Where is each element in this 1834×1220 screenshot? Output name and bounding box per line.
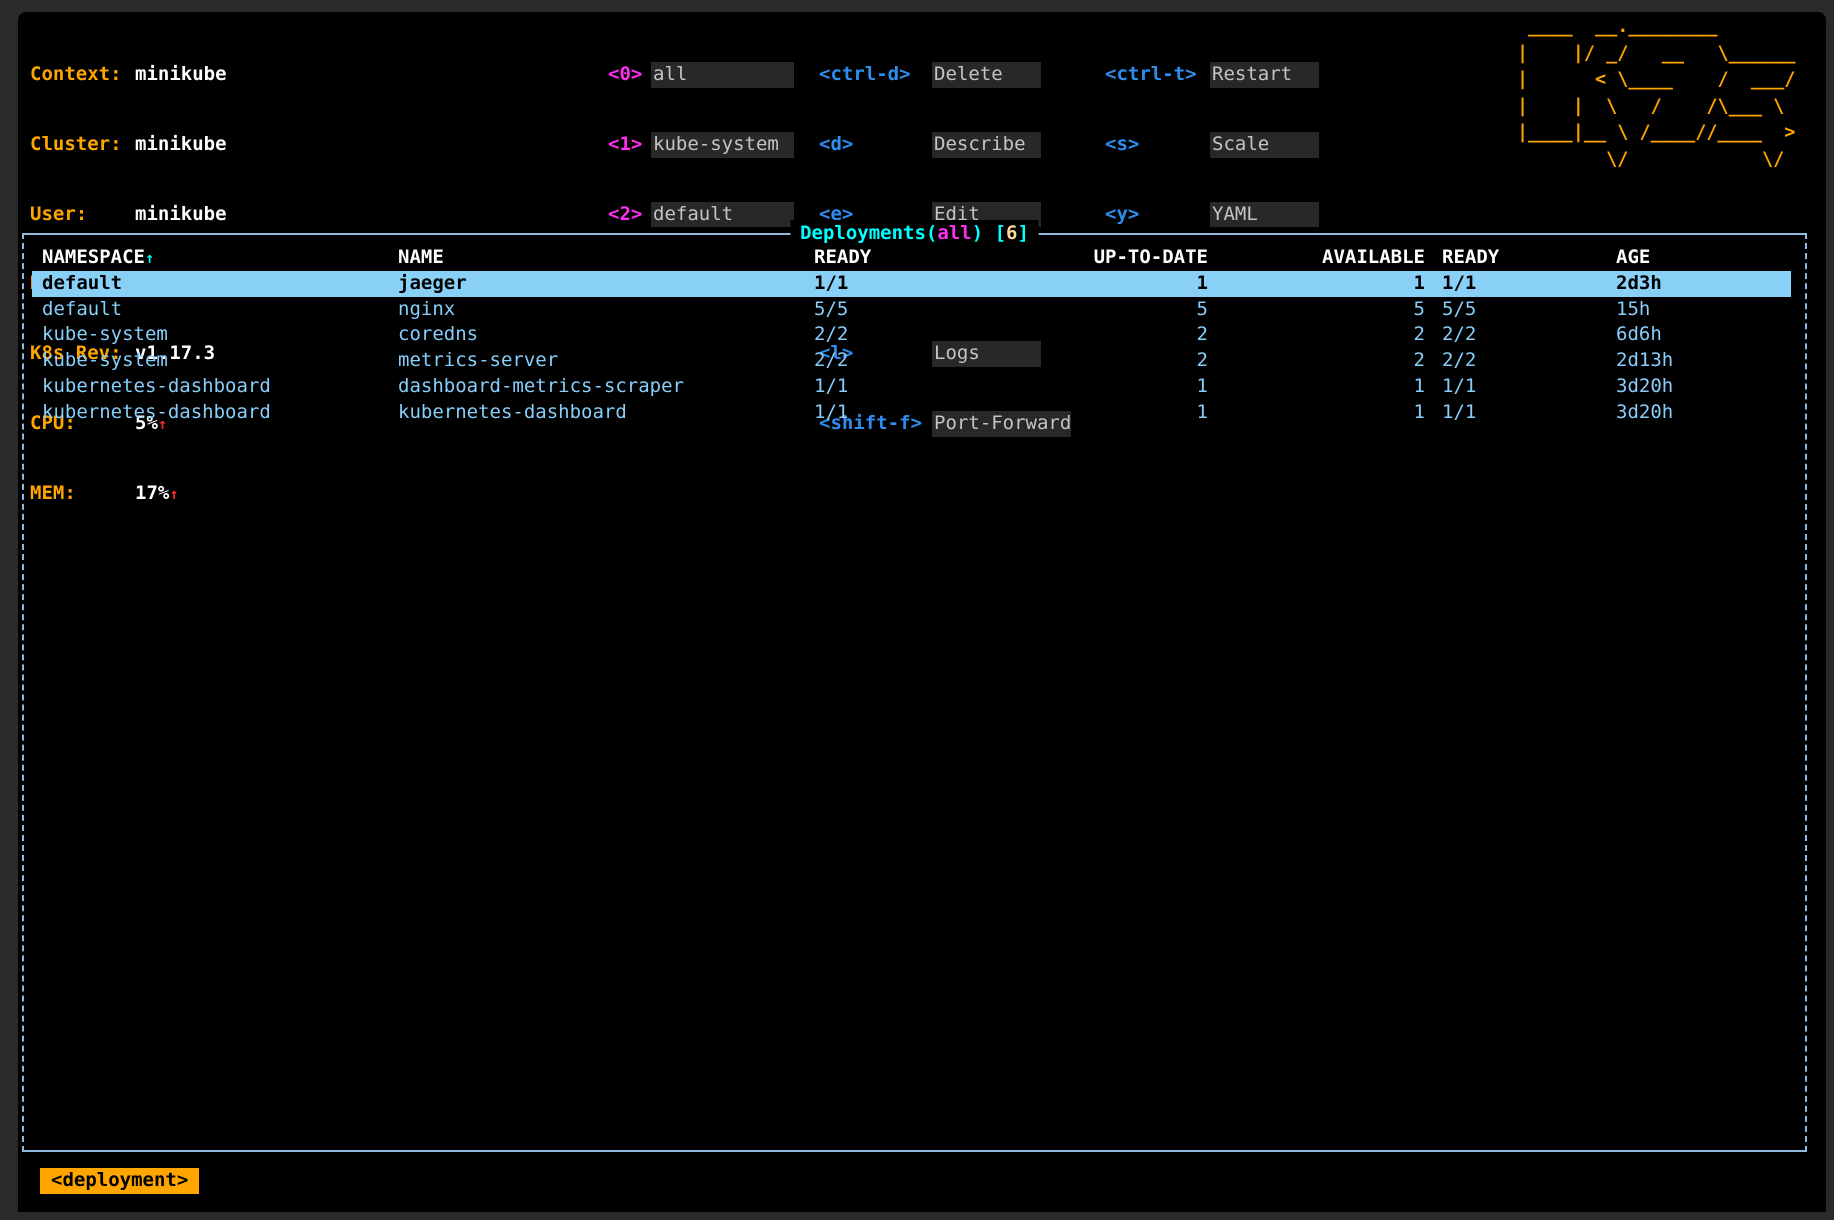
cluster-row: Cluster:minikube	[30, 132, 227, 158]
column-header-up-to-date: UP-TO-DATE	[1014, 245, 1208, 272]
user-row: User:minikube	[30, 202, 227, 228]
hotkey-describe-label: Describe	[932, 132, 1041, 158]
hotkey-1-label: kube-system	[651, 132, 794, 158]
user-value: minikube	[135, 203, 227, 225]
column-header-name: NAME	[398, 245, 814, 272]
hotkey-yaml: <y>YAML	[1105, 202, 1319, 228]
hotkey-delete: <ctrl-d>Delete	[819, 62, 1071, 88]
hotkey-delete-label: Delete	[932, 62, 1041, 88]
hotkey-scale: <s>Scale	[1105, 132, 1319, 158]
table-row[interactable]: default jaeger 1/1 1 1 1/1 2d3h	[32, 271, 1791, 297]
hotkey-namespace-kube-system: <1>kube-system	[608, 132, 794, 158]
title-namespace: all	[937, 222, 971, 244]
hotkey-namespace-all: <0>all	[608, 62, 794, 88]
hotkey-restart: <ctrl-t>Restart	[1105, 62, 1319, 88]
title-resource: Deployments	[800, 222, 926, 244]
column-header-available: AVAILABLE	[1208, 245, 1425, 272]
table-title: Deployments(all) [6]	[790, 220, 1039, 246]
hotkey-scale-key: <s>	[1105, 132, 1210, 158]
hotkey-scale-label: Scale	[1210, 132, 1319, 158]
table-row[interactable]: kube-system coredns 2/2 2 2 2/2 6d6h	[32, 322, 1791, 348]
hotkey-yaml-label: YAML	[1210, 202, 1319, 228]
context-value: minikube	[135, 63, 227, 85]
hotkey-0-label: all	[651, 62, 794, 88]
cluster-value: minikube	[135, 133, 227, 155]
table-row[interactable]: kubernetes-dashboard dashboard-metrics-s…	[32, 374, 1791, 400]
hotkey-2-label: default	[651, 202, 794, 228]
title-row-count: 6	[1006, 222, 1017, 244]
column-header-ready-2: READY	[1425, 245, 1599, 272]
k9s-terminal: Context:minikube Cluster:minikube User:m…	[18, 12, 1826, 1212]
column-header-age: AGE	[1599, 245, 1791, 272]
sort-ascending-icon: ↑	[145, 249, 154, 267]
column-header-namespace: NAMESPACE↑	[32, 245, 398, 272]
breadcrumb[interactable]: <deployment>	[40, 1168, 199, 1194]
context-label: Context:	[30, 62, 135, 88]
hotkey-2: <2>	[608, 202, 651, 228]
table-row[interactable]: kubernetes-dashboard kubernetes-dashboar…	[32, 400, 1791, 426]
table-header-row: NAMESPACE↑ NAME READY UP-TO-DATE AVAILAB…	[32, 245, 1791, 271]
hotkey-namespace-default: <2>default	[608, 202, 794, 228]
table-row[interactable]: default nginx 5/5 5 5 5/5 15h	[32, 297, 1791, 323]
user-label: User:	[30, 202, 135, 228]
hotkey-describe: <d>Describe	[819, 132, 1071, 158]
column-header-ready: READY	[814, 245, 1014, 272]
hotkey-yaml-key: <y>	[1105, 202, 1210, 228]
deployments-table: Deployments(all) [6] NAMESPACE↑ NAME REA…	[22, 233, 1807, 1152]
table-row[interactable]: kube-system metrics-server 2/2 2 2 2/2 2…	[32, 348, 1791, 374]
hotkey-restart-key: <ctrl-t>	[1105, 62, 1210, 88]
hotkey-describe-key: <d>	[819, 132, 932, 158]
hotkey-0: <0>	[608, 62, 651, 88]
cluster-label: Cluster:	[30, 132, 135, 158]
k9s-logo-ascii-art: ____ __.________ | |/ _/ __ \______ | < …	[1517, 14, 1807, 173]
hotkey-delete-key: <ctrl-d>	[819, 62, 932, 88]
header: Context:minikube Cluster:minikube User:m…	[18, 16, 1826, 226]
hotkey-restart-label: Restart	[1210, 62, 1319, 88]
context-row: Context:minikube	[30, 62, 227, 88]
hotkey-1: <1>	[608, 132, 651, 158]
